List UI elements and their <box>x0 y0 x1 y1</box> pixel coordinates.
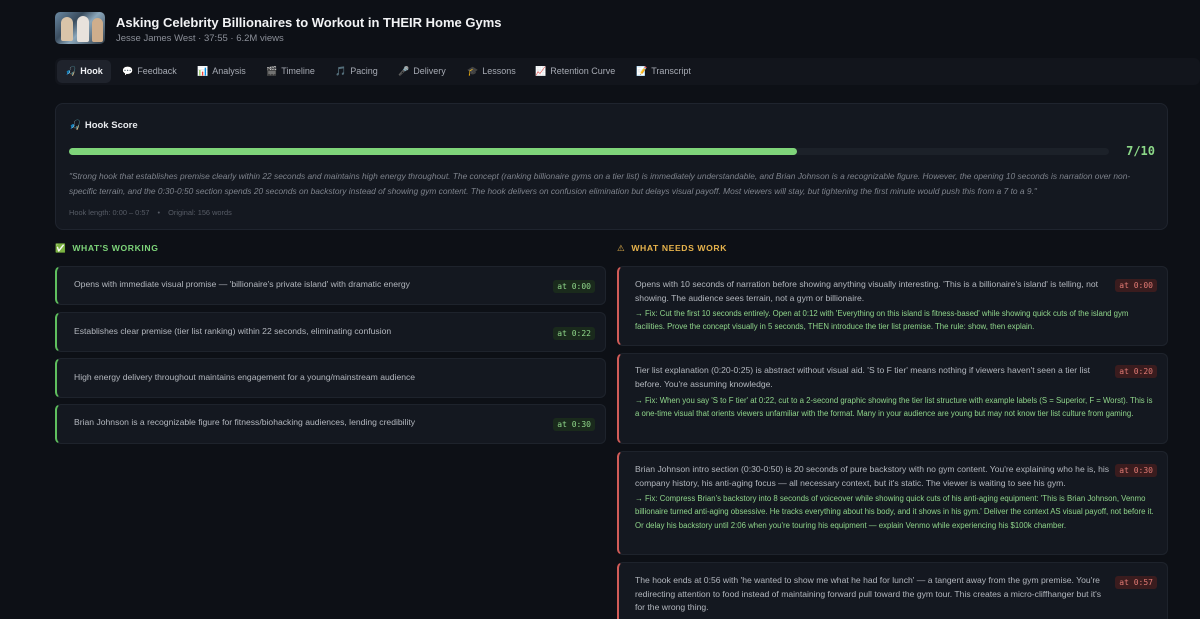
what-needs-work-heading: ⚠ WHAT NEEDS WORK <box>617 243 727 254</box>
needs-work-item-text: Tier list explanation (0:20-0:25) is abs… <box>635 365 1091 389</box>
working-item-text: Brian Johnson is a recognizable figure f… <box>74 417 416 427</box>
working-item: Brian Johnson is a recognizable figure f… <box>55 404 606 444</box>
tab-label: Lessons <box>482 66 516 76</box>
tab-label: Analysis <box>212 66 246 76</box>
timestamp-badge[interactable]: at 0:30 <box>553 418 595 431</box>
timestamp-badge[interactable]: at 0:00 <box>553 280 595 293</box>
tab-label: Delivery <box>413 66 446 76</box>
tab-label: Retention Curve <box>550 66 616 76</box>
warning-icon: ⚠ <box>617 243 626 253</box>
working-item-text: Establishes clear premise (tier list ran… <box>74 326 392 336</box>
bar-chart-icon: 📊 <box>197 66 209 76</box>
working-item: Opens with immediate visual promise — 'b… <box>55 266 606 305</box>
tab-timeline[interactable]: 🎬 Timeline <box>258 60 323 83</box>
fix-suggestion: → Fix: When you say 'S to F tier' at 0:2… <box>635 396 1153 419</box>
speech-bubble-icon: 💬 <box>122 66 134 76</box>
tab-label: Feedback <box>137 66 177 76</box>
tab-label: Pacing <box>350 66 378 76</box>
hook-meta: Hook length: 0:00 – 0:57 • Original: 156 w… <box>69 208 232 217</box>
tab-lessons[interactable]: 🎓 Lessons <box>459 60 524 83</box>
hook-icon: 🎣 <box>69 120 81 131</box>
whats-working-heading: ✅ WHAT'S WORKING <box>55 243 159 254</box>
video-meta: Jesse James West · 37:55 · 6.2M views <box>116 33 284 44</box>
timestamp-badge[interactable]: at 0:20 <box>1115 365 1157 378</box>
clapperboard-icon: 🎬 <box>266 66 278 76</box>
fix-suggestion: → Fix: Compress Brian's backstory into 8… <box>635 494 1154 530</box>
hook-score-bar <box>69 148 1109 155</box>
hook-length: Hook length: 0:00 – 0:57 <box>69 208 150 217</box>
video-thumbnail[interactable] <box>55 12 105 44</box>
fix-suggestion: → Fix: Cut the first 10 seconds entirely… <box>635 309 1129 332</box>
needs-work-item-text: The hook ends at 0:56 with 'he wanted to… <box>635 575 1102 612</box>
hook-score-value: 7/10 <box>1126 144 1155 158</box>
tab-delivery[interactable]: 🎤 Delivery <box>390 60 454 83</box>
hook-summary: "Strong hook that establishes premise cl… <box>69 171 1131 196</box>
tab-transcript[interactable]: 📝 Transcript <box>628 60 699 83</box>
tab-analysis[interactable]: 📊 Analysis <box>189 60 254 83</box>
tab-retention-curve[interactable]: 📈 Retention Curve <box>527 60 623 83</box>
timestamp-badge[interactable]: at 0:57 <box>1115 576 1157 589</box>
working-item: Establishes clear premise (tier list ran… <box>55 312 606 352</box>
whats-working-title: WHAT'S WORKING <box>72 243 159 253</box>
needs-work-item-text: Brian Johnson intro section (0:30-0:50) … <box>635 464 1110 488</box>
memo-icon: 📝 <box>636 66 648 76</box>
check-icon: ✅ <box>55 243 67 253</box>
hook-score-card: 🎣 Hook Score 7/10 "Strong hook that estab… <box>55 103 1168 230</box>
tab-hook[interactable]: 🎣 Hook <box>57 60 111 83</box>
working-item: High energy delivery throughout maintain… <box>55 358 606 398</box>
needs-work-item: Tier list explanation (0:20-0:25) is abs… <box>617 353 1168 444</box>
hook-icon: 🎣 <box>65 66 77 76</box>
video-header: Asking Celebrity Billionaires to Workout… <box>55 12 655 46</box>
tab-pacing[interactable]: 🎵 Pacing <box>327 60 386 83</box>
hook-score-heading: 🎣 Hook Score <box>69 120 138 131</box>
needs-work-item-text: Opens with 10 seconds of narration befor… <box>635 279 1099 303</box>
tab-label: Hook <box>80 66 103 76</box>
hook-score-bar-fill <box>69 148 797 155</box>
timestamp-badge[interactable]: at 0:00 <box>1115 279 1157 292</box>
what-needs-work-title: WHAT NEEDS WORK <box>631 243 728 253</box>
hook-original-words: Original: 156 words <box>168 208 232 217</box>
needs-work-item: Brian Johnson intro section (0:30-0:50) … <box>617 451 1168 555</box>
tab-bar: 🎣 Hook 💬 Feedback 📊 Analysis 🎬 Timeline 🎵 Pac… <box>55 58 1200 85</box>
music-note-icon: 🎵 <box>335 66 347 76</box>
timestamp-badge[interactable]: at 0:30 <box>1115 464 1157 477</box>
needs-work-item: Opens with 10 seconds of narration befor… <box>617 266 1168 346</box>
working-item-text: High energy delivery throughout maintain… <box>74 372 416 382</box>
working-item-text: Opens with immediate visual promise — 'b… <box>74 279 410 289</box>
timestamp-badge[interactable]: at 0:22 <box>553 327 595 340</box>
video-title: Asking Celebrity Billionaires to Workout… <box>116 15 502 30</box>
tab-label: Transcript <box>651 66 691 76</box>
needs-work-item: The hook ends at 0:56 with 'he wanted to… <box>617 562 1168 619</box>
trend-chart-icon: 📈 <box>535 66 547 76</box>
tab-feedback[interactable]: 💬 Feedback <box>114 60 185 83</box>
microphone-icon: 🎤 <box>398 66 410 76</box>
hook-score-title: Hook Score <box>84 120 138 131</box>
graduation-cap-icon: 🎓 <box>467 66 479 76</box>
tab-label: Timeline <box>281 66 315 76</box>
